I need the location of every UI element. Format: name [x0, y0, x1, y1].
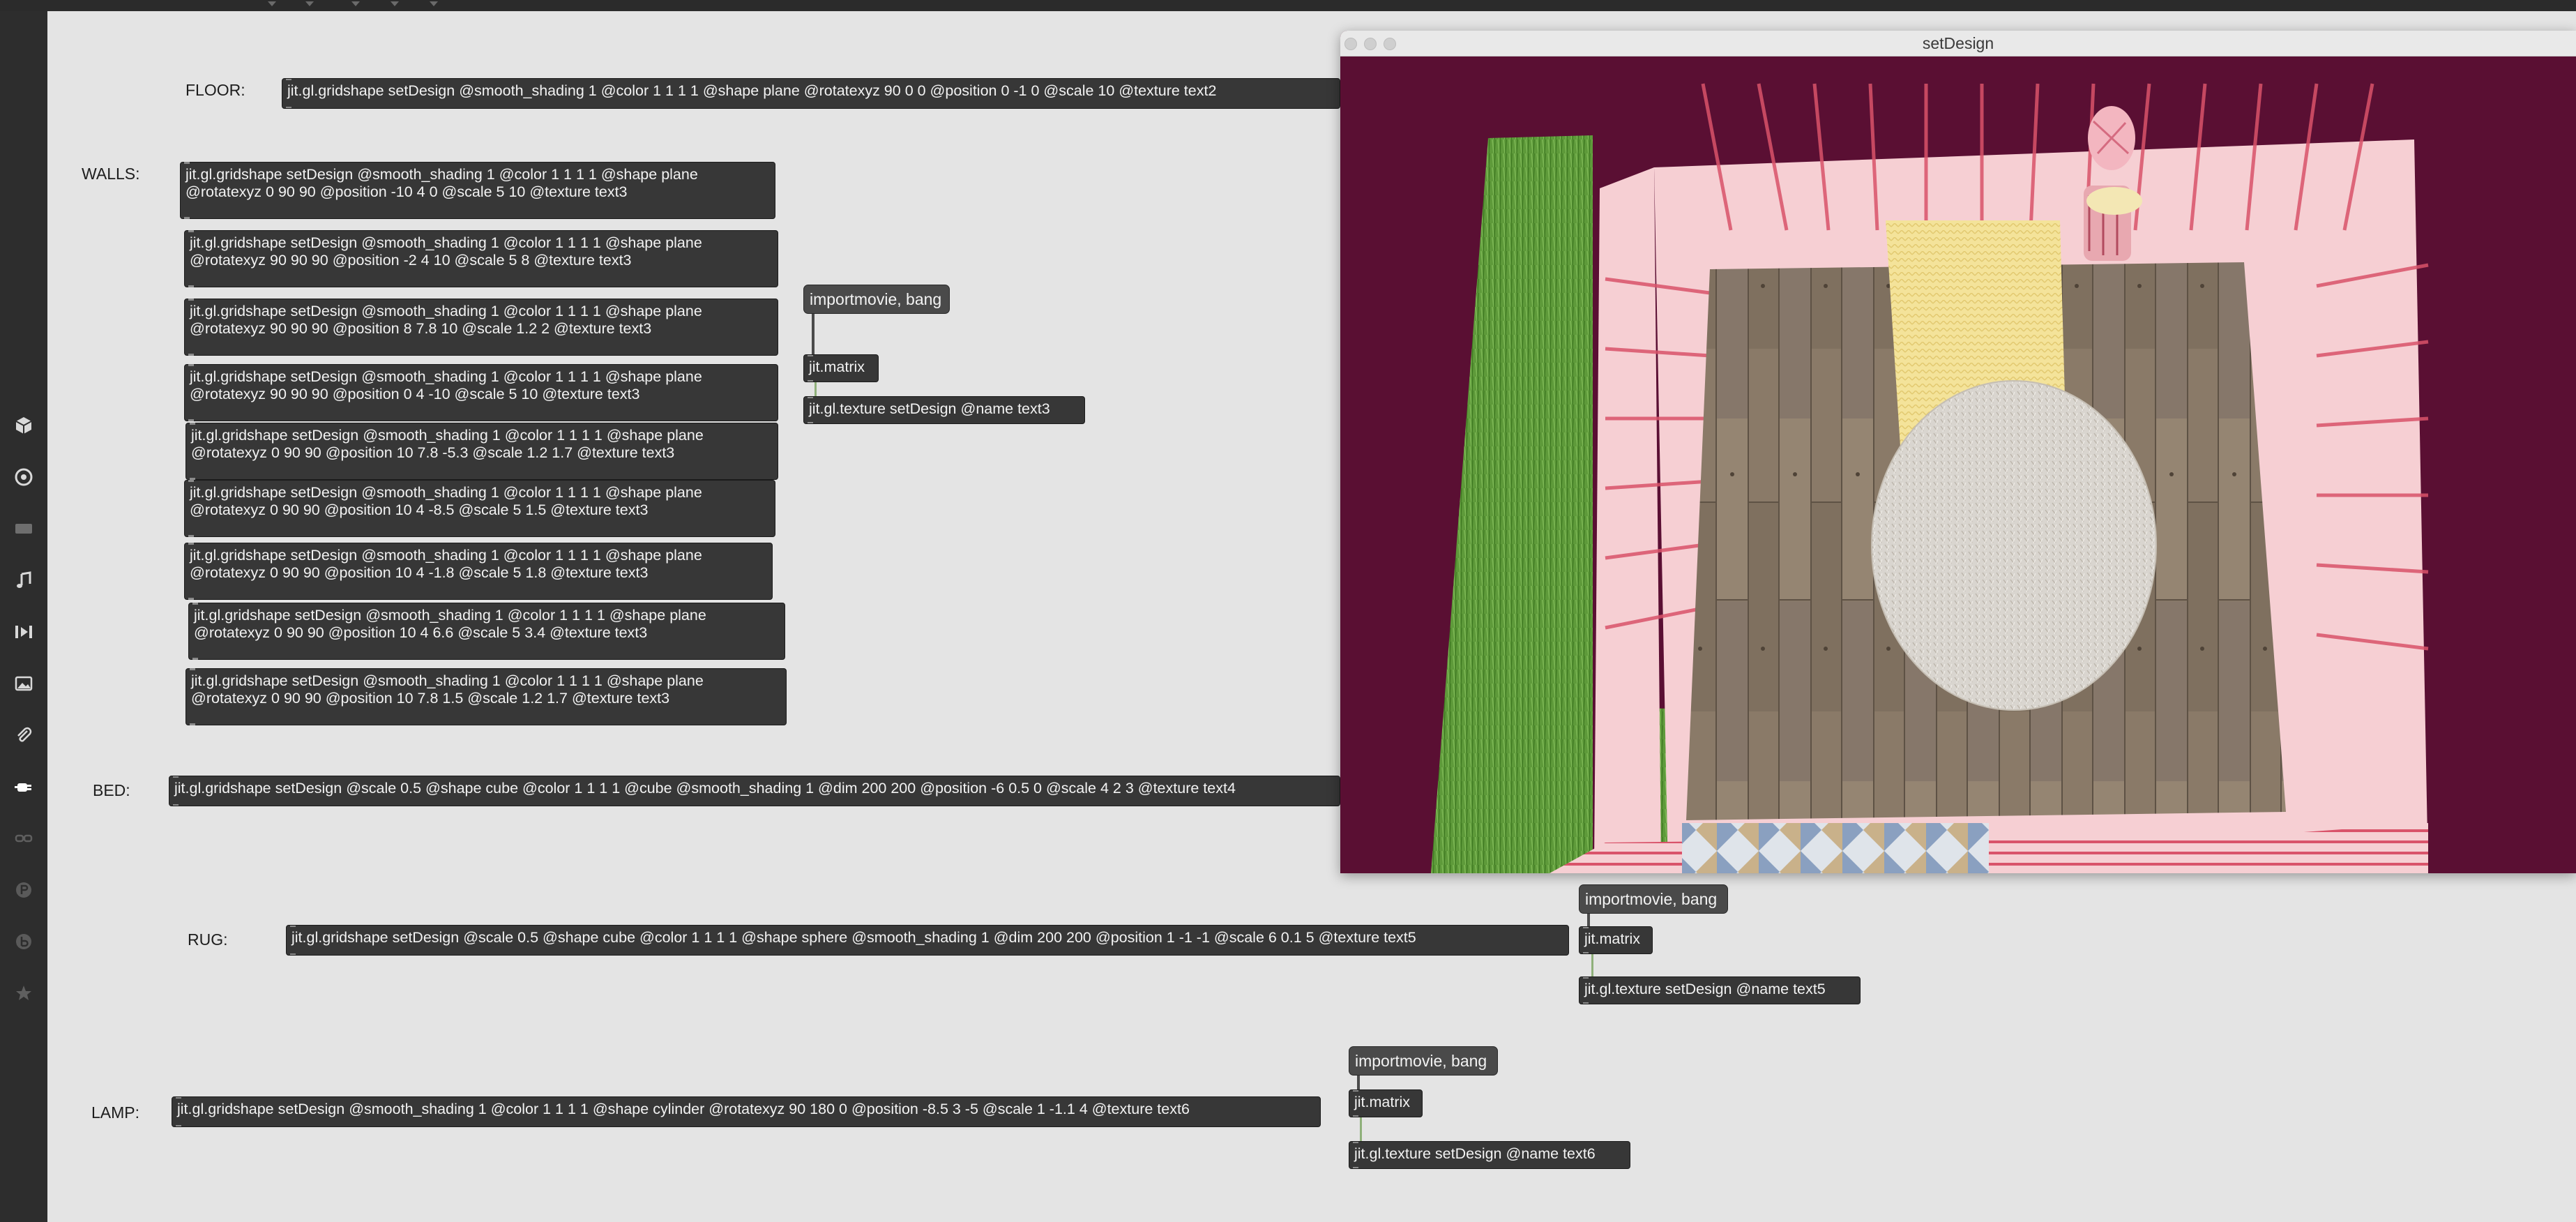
jit-gl-texture-object[interactable]: jit.gl.texture setDesign @name text3	[803, 396, 1085, 424]
wall-gridshape-object[interactable]: jit.gl.gridshape setDesign @smooth_shadi…	[184, 299, 778, 356]
chevron-down-icon[interactable]	[391, 1, 399, 6]
star-icon[interactable]	[10, 979, 38, 1007]
wall-gridshape-object[interactable]: jit.gl.gridshape setDesign @smooth_shadi…	[184, 230, 778, 287]
target-icon[interactable]	[10, 463, 38, 491]
wall-gridshape-object[interactable]: jit.gl.gridshape setDesign @smooth_shadi…	[184, 364, 778, 421]
patch-cord	[812, 314, 815, 354]
tiled-area	[1682, 823, 1989, 873]
top-menu-strip	[0, 0, 2576, 11]
importmovie-message[interactable]: importmovie, bang	[803, 285, 950, 314]
plugin-icon[interactable]	[10, 773, 38, 801]
window-title: setDesign	[1922, 34, 1994, 52]
p-icon[interactable]	[10, 876, 38, 904]
bed-label: BED:	[93, 781, 130, 799]
chevron-down-icon[interactable]	[430, 1, 438, 6]
window-titlebar[interactable]: setDesign	[1340, 31, 2576, 56]
importmovie-message[interactable]: importmovie, bang	[1579, 884, 1728, 914]
patch-cord	[1591, 954, 1593, 978]
rug-label: RUG:	[188, 930, 228, 949]
importmovie-message[interactable]: importmovie, bang	[1349, 1046, 1498, 1076]
image-icon[interactable]	[10, 670, 38, 697]
left-sidebar	[0, 11, 47, 1222]
lamp-gridshape-object[interactable]: jit.gl.gridshape setDesign @smooth_shadi…	[172, 1096, 1321, 1127]
walls-label: WALLS:	[82, 165, 140, 183]
wall-gridshape-object[interactable]: jit.gl.gridshape setDesign @smooth_shadi…	[184, 543, 773, 600]
paperclip-icon[interactable]	[10, 721, 38, 749]
chevron-down-icon[interactable]	[351, 1, 360, 6]
patch-cord	[1587, 914, 1590, 928]
chevron-down-icon[interactable]	[268, 1, 276, 6]
jit-matrix-object[interactable]: jit.matrix	[803, 354, 879, 382]
chevron-down-icon[interactable]	[305, 1, 314, 6]
music-note-icon[interactable]	[10, 566, 38, 594]
floor-label: FLOOR:	[185, 81, 245, 99]
jit-gl-texture-object[interactable]: jit.gl.texture setDesign @name text5	[1579, 976, 1861, 1004]
rug	[1871, 380, 2157, 711]
patch-cord	[815, 382, 817, 398]
patch-cord	[1357, 1076, 1360, 1091]
patch-cord	[1360, 1117, 1362, 1141]
pink-wall	[1594, 167, 1661, 865]
playlist-icon[interactable]	[10, 618, 38, 646]
lamp-label: LAMP:	[91, 1103, 140, 1122]
grass-wall	[1431, 135, 1593, 873]
wall-gridshape-object[interactable]: jit.gl.gridshape setDesign @smooth_shadi…	[188, 603, 785, 660]
wall-gridshape-object[interactable]: jit.gl.gridshape setDesign @smooth_shadi…	[184, 480, 775, 537]
jit-matrix-object[interactable]: jit.matrix	[1579, 926, 1653, 954]
film-icon[interactable]	[10, 515, 38, 543]
render-window[interactable]: setDesign	[1340, 31, 2576, 873]
rug-gridshape-object[interactable]: jit.gl.gridshape setDesign @scale 0.5 @s…	[286, 925, 1569, 956]
jit-gl-texture-object[interactable]: jit.gl.texture setDesign @name text6	[1349, 1141, 1630, 1169]
wall-gridshape-object[interactable]: jit.gl.gridshape setDesign @smooth_shadi…	[185, 668, 787, 725]
cube-icon[interactable]	[10, 412, 38, 439]
wall-gridshape-object[interactable]: jit.gl.gridshape setDesign @smooth_shadi…	[180, 162, 775, 219]
jit-matrix-object[interactable]: jit.matrix	[1349, 1089, 1423, 1117]
b-icon[interactable]	[10, 928, 38, 956]
floor-gridshape-object[interactable]: jit.gl.gridshape setDesign @smooth_shadi…	[282, 78, 1340, 109]
bed-gridshape-object[interactable]: jit.gl.gridshape setDesign @scale 0.5 @s…	[169, 776, 1340, 806]
render-scene	[1431, 83, 2429, 873]
link-icon[interactable]	[10, 824, 38, 852]
wall-gridshape-object[interactable]: jit.gl.gridshape setDesign @smooth_shadi…	[185, 423, 778, 480]
